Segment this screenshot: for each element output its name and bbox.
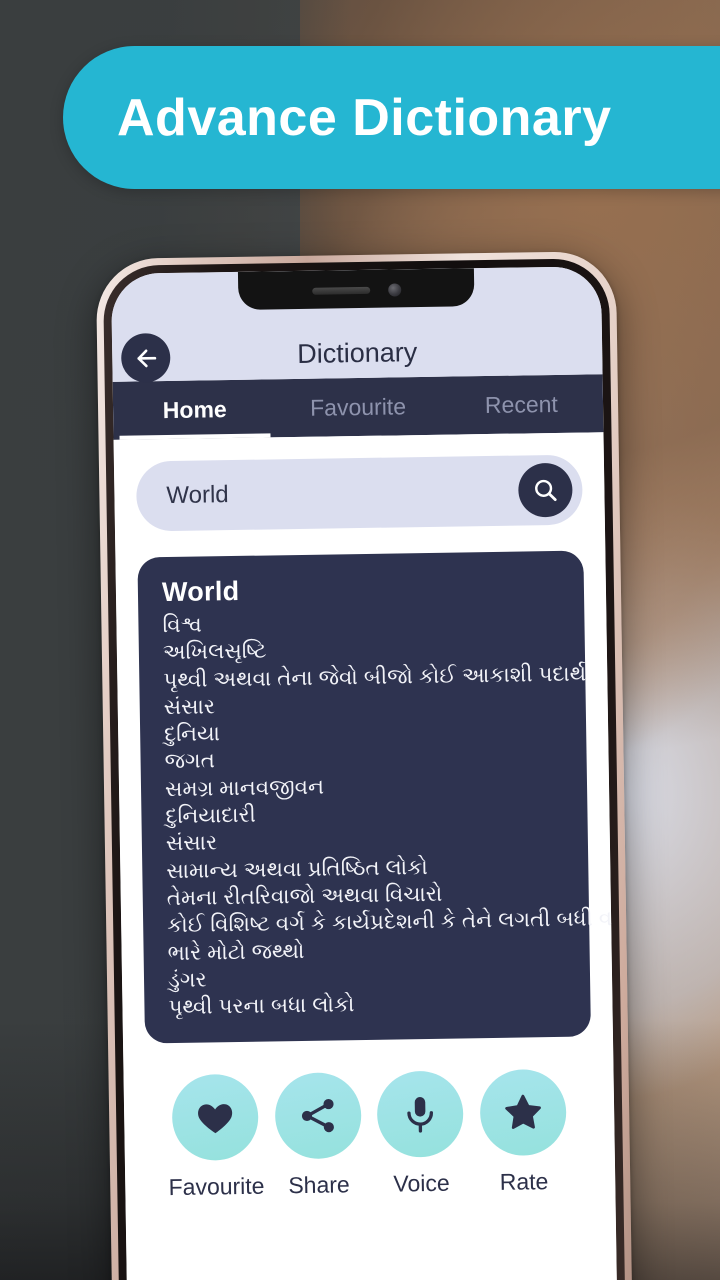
app-content: World World વિશ્વ અખિલસૃષ્ટિ પૃથ્વી અથવા… [113,432,617,1280]
search-button[interactable] [517,462,573,518]
action-voice[interactable]: Voice [369,1070,473,1199]
action-voice-label: Voice [393,1170,450,1198]
tab-recent-label: Recent [484,390,558,418]
promo-banner: Advance Dictionary [63,46,720,189]
tab-bar: Home Favourite Recent [112,374,604,440]
tab-favourite[interactable]: Favourite [276,377,440,438]
action-share-circle[interactable] [274,1072,362,1160]
tab-home[interactable]: Home [113,379,277,440]
tab-home-label: Home [162,395,227,423]
action-favourite-label: Favourite [168,1173,265,1201]
page-title: Dictionary [296,336,418,369]
star-icon [505,1095,541,1130]
earpiece-speaker-icon [311,286,370,295]
tab-favourite-label: Favourite [309,392,407,421]
action-favourite[interactable]: Favourite [164,1074,268,1202]
promo-banner-title: Advance Dictionary [117,88,612,147]
microphone-icon [407,1097,434,1134]
front-camera-icon [387,282,401,297]
search-icon [535,479,557,502]
phone-screen: Dictionary Home Favourite Recent World W… [110,266,618,1280]
action-share-label: Share [288,1171,350,1199]
share-icon [301,1099,334,1133]
result-word: World [161,575,240,608]
action-voice-circle[interactable] [376,1070,465,1159]
search-input[interactable]: World [166,477,518,511]
phone-mockup: Dictionary Home Favourite Recent World W… [95,250,633,1280]
action-rate[interactable]: Rate [471,1069,575,1197]
screenshot-root: Advance Dictionary Dictionary Home Favou… [0,0,720,1280]
meaning-line: પૃથ્વી પરના બધા લોકો [168,992,355,1020]
heart-icon [198,1104,233,1134]
action-share[interactable]: Share [266,1072,370,1200]
action-favourite-circle[interactable] [171,1074,260,1162]
tab-recent[interactable]: Recent [439,374,603,435]
phone-notch [237,268,475,310]
action-rate-circle[interactable] [479,1069,567,1157]
action-bar: Favourite Share Voice Rate [145,1037,593,1202]
arrow-left-icon [136,348,156,367]
action-rate-label: Rate [499,1168,549,1196]
back-button[interactable] [120,332,171,383]
result-card: World વિશ્વ અખિલસૃષ્ટિ પૃથ્વી અથવા તેના … [137,550,617,1044]
search-bar[interactable]: World [135,454,583,532]
